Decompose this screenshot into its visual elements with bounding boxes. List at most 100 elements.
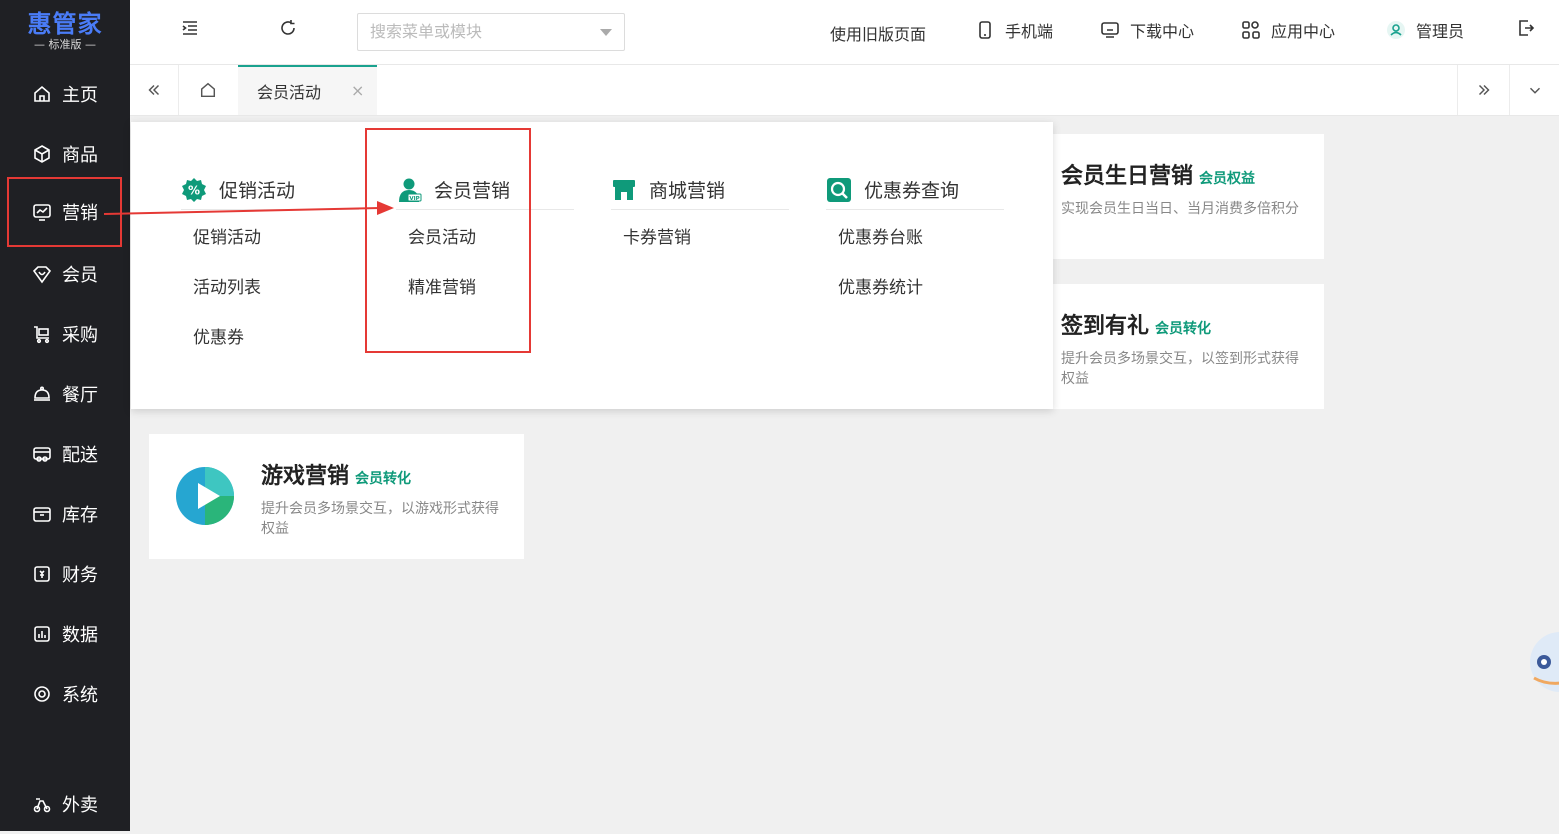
card-title-text: 会员生日营销 <box>1061 164 1194 189</box>
sidebar-item-purchasing[interactable]: 采购 <box>0 304 130 364</box>
card-birthday-marketing[interactable]: 会员生日营销 会员权益 实现会员生日当日、当月消费多倍积分 <box>1040 134 1324 259</box>
sidebar-item-label: 库存 <box>62 505 98 526</box>
menu-search-select[interactable]: 搜索菜单或模块 <box>357 13 625 51</box>
menu-col-coupon-query-header: 优惠券查询 <box>826 170 1004 210</box>
card-tag: 会员转化 <box>1155 321 1212 337</box>
sidebar-item-label: 系统 <box>62 685 98 706</box>
home-tab[interactable] <box>178 65 239 115</box>
chevron-down-icon <box>600 29 612 36</box>
tabs-scroll-left-button[interactable] <box>130 65 179 115</box>
edition-label: — 标准版 — <box>34 38 96 51</box>
download-center-link[interactable]: 下载中心 <box>1100 18 1194 42</box>
card-desc: 实现会员生日当日、当月消费多倍积分 <box>1061 201 1299 217</box>
sidebar-item-marketing[interactable]: 营销 <box>7 177 122 247</box>
menu-item-coupon-stats[interactable]: 优惠券统计 <box>838 273 923 298</box>
cloche-icon <box>34 386 50 401</box>
mobile-link[interactable]: 手机端 <box>975 18 1053 42</box>
username-label: 管理员 <box>1416 22 1465 41</box>
refresh-button[interactable] <box>278 18 298 38</box>
logout-button[interactable] <box>1516 18 1536 38</box>
sidebar-item-finance[interactable]: 财务 <box>0 544 130 604</box>
assistant-bot-icon[interactable] <box>1528 626 1559 696</box>
sidebar-item-takeout[interactable]: 外卖 <box>0 774 130 834</box>
old-version-label: 使用旧版页面 <box>830 25 927 44</box>
inventory-icon <box>33 507 51 522</box>
sidebar-item-label: 餐厅 <box>62 385 98 406</box>
sidebar: 惠管家 — 标准版 — 主页 商品 营销 会员 采购 餐厅 配送 库存 财务 数… <box>0 0 130 831</box>
sidebar-item-members[interactable]: 会员 <box>0 244 130 304</box>
home-icon <box>34 85 50 102</box>
card-title: 签到有礼 会员转化 <box>1061 308 1211 340</box>
tab-bar: 会员活动 × <box>130 65 1559 116</box>
collapse-menu-button[interactable] <box>180 18 200 38</box>
top-header: 搜索菜单或模块 使用旧版页面 手机端 下载中心 应用中心 管理员 <box>130 0 1559 65</box>
card-checkin-reward[interactable]: 签到有礼 会员转化 提升会员多场景交互，以签到形式获得权益 <box>1040 284 1324 409</box>
sidebar-item-system[interactable]: 系统 <box>0 664 130 724</box>
card-title: 游戏营销 会员转化 <box>261 458 411 490</box>
tabs-dropdown-button[interactable] <box>1509 65 1559 115</box>
sidebar-item-inventory[interactable]: 库存 <box>0 484 130 544</box>
sidebar-item-label: 数据 <box>62 625 98 646</box>
menu-item-coupon-ledger[interactable]: 优惠券台账 <box>838 223 923 248</box>
menu-item-card-coupon-marketing[interactable]: 卡券营销 <box>623 223 691 248</box>
cart-icon <box>34 326 50 344</box>
menu-col-promotions-header: % 促销活动 <box>181 170 359 210</box>
box-icon <box>34 145 50 163</box>
svg-text:%: % <box>188 183 200 197</box>
menu-item-activity-list[interactable]: 活动列表 <box>193 273 261 298</box>
delivery-icon <box>33 447 51 462</box>
card-tag: 会员转化 <box>355 471 412 487</box>
menu-col-title: 优惠券查询 <box>864 180 960 202</box>
refresh-icon <box>281 20 295 35</box>
card-title: 会员生日营销 会员权益 <box>1061 158 1255 190</box>
sidebar-item-label: 采购 <box>62 325 98 346</box>
sidebar-item-restaurant[interactable]: 餐厅 <box>0 364 130 424</box>
bar-chart-icon <box>34 626 50 642</box>
download-center-label: 下载中心 <box>1130 22 1195 41</box>
card-game-marketing[interactable]: 游戏营销 会员转化 提升会员多场景交互，以游戏形式获得权益 <box>149 434 524 559</box>
double-chevron-right-icon <box>1478 84 1490 96</box>
app-logo[interactable]: 惠管家 — 标准版 — <box>0 0 130 64</box>
menu-col-title: 商城营销 <box>649 180 726 202</box>
card-desc: 提升会员多场景交互，以游戏形式获得权益 <box>261 501 499 537</box>
sidebar-item-label: 配送 <box>62 445 98 466</box>
sidebar-item-label: 商品 <box>62 145 98 166</box>
user-menu[interactable]: 管理员 <box>1386 18 1464 42</box>
app-center-label: 应用中心 <box>1271 22 1336 41</box>
menu-item-promotions[interactable]: 促销活动 <box>193 223 261 248</box>
card-title-text: 游戏营销 <box>261 464 350 489</box>
old-version-link[interactable]: 使用旧版页面 <box>830 21 926 45</box>
sidebar-item-label: 财务 <box>62 565 98 586</box>
sidebar-item-products[interactable]: 商品 <box>0 124 130 184</box>
card-tag: 会员权益 <box>1199 171 1256 187</box>
tabs-scroll-right-button[interactable] <box>1457 65 1510 115</box>
sidebar-item-label: 营销 <box>62 203 98 224</box>
annotation-highlight-box <box>365 128 531 353</box>
marketing-mega-menu: % 促销活动 促销活动 活动列表 优惠券 VIP 会员营销 会员活动 精准营销 … <box>131 122 1053 409</box>
sidebar-item-home[interactable]: 主页 <box>0 64 130 124</box>
menu-item-coupons[interactable]: 优惠券 <box>193 323 244 348</box>
logo-text: 惠管家 <box>27 10 103 38</box>
tab-member-activity[interactable]: 会员活动 × <box>238 65 377 115</box>
game-play-icon <box>176 467 234 525</box>
tab-label: 会员活动 <box>257 83 322 102</box>
menu-col-title: 促销活动 <box>219 180 296 202</box>
shop-icon <box>613 179 635 200</box>
sidebar-item-data[interactable]: 数据 <box>0 604 130 664</box>
scooter-icon <box>33 798 51 813</box>
double-chevron-left-icon <box>148 84 160 96</box>
sidebar-item-delivery[interactable]: 配送 <box>0 424 130 484</box>
sidebar-item-label: 会员 <box>62 265 98 286</box>
download-monitor-icon <box>1101 22 1119 38</box>
close-icon[interactable]: × <box>351 81 364 100</box>
settings-icon <box>34 686 50 702</box>
finance-icon <box>34 566 50 582</box>
menu-col-mall-marketing-header: 商城营销 <box>611 170 789 210</box>
mobile-label: 手机端 <box>1005 22 1054 41</box>
chevron-down-icon <box>1529 87 1541 94</box>
app-center-link[interactable]: 应用中心 <box>1241 18 1335 42</box>
user-avatar-icon <box>1387 21 1405 39</box>
phone-icon <box>979 21 991 39</box>
search-square-icon <box>827 177 851 202</box>
home-icon <box>200 82 216 98</box>
